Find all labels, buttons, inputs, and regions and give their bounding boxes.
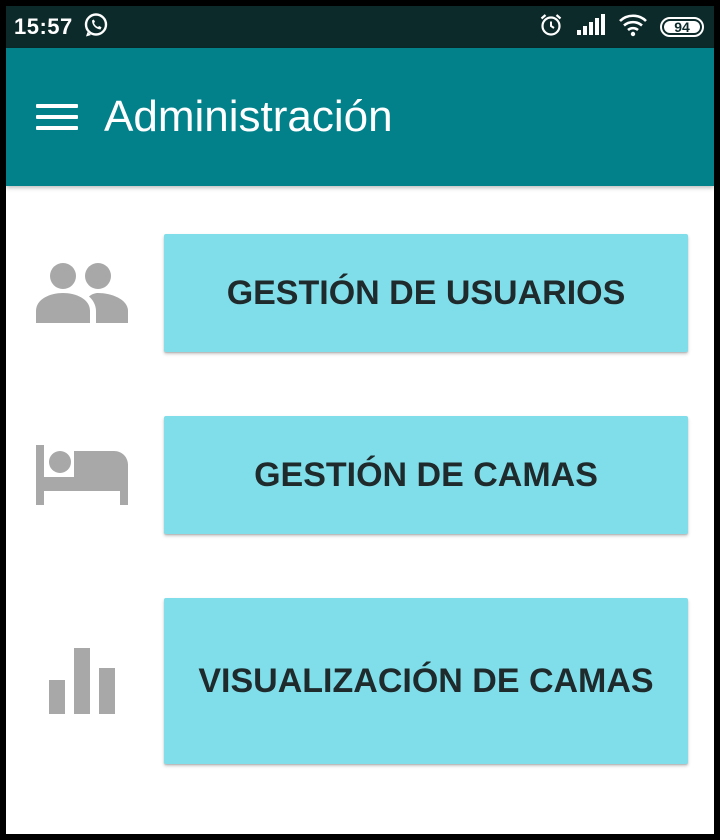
menu-row-beds: GESTIÓN DE CAMAS <box>6 416 714 534</box>
status-time: 15:57 <box>14 14 73 39</box>
users-icon <box>34 245 130 341</box>
bar-chart-icon <box>34 633 130 729</box>
whatsapp-icon <box>83 12 109 43</box>
battery-icon: 94 <box>660 17 704 37</box>
page-title: Administración <box>104 92 393 141</box>
signal-icon <box>576 13 606 41</box>
status-bar: 15:57 94 <box>6 6 714 48</box>
manage-users-button[interactable]: GESTIÓN DE USUARIOS <box>164 234 688 352</box>
menu-row-visualization: VISUALIZACIÓN DE CAMAS <box>6 598 714 764</box>
wifi-icon <box>618 13 648 42</box>
app-screen: 15:57 94 Administración GESTIÓN DE USUAR… <box>6 6 714 834</box>
manage-beds-button[interactable]: GESTIÓN DE CAMAS <box>164 416 688 534</box>
hamburger-menu-icon[interactable] <box>36 95 80 139</box>
battery-level: 94 <box>674 19 690 35</box>
app-bar: Administración <box>6 48 714 186</box>
menu-row-users: GESTIÓN DE USUARIOS <box>6 234 714 352</box>
view-beds-button[interactable]: VISUALIZACIÓN DE CAMAS <box>164 598 688 764</box>
alarm-icon <box>538 12 564 43</box>
bed-icon <box>34 427 130 523</box>
